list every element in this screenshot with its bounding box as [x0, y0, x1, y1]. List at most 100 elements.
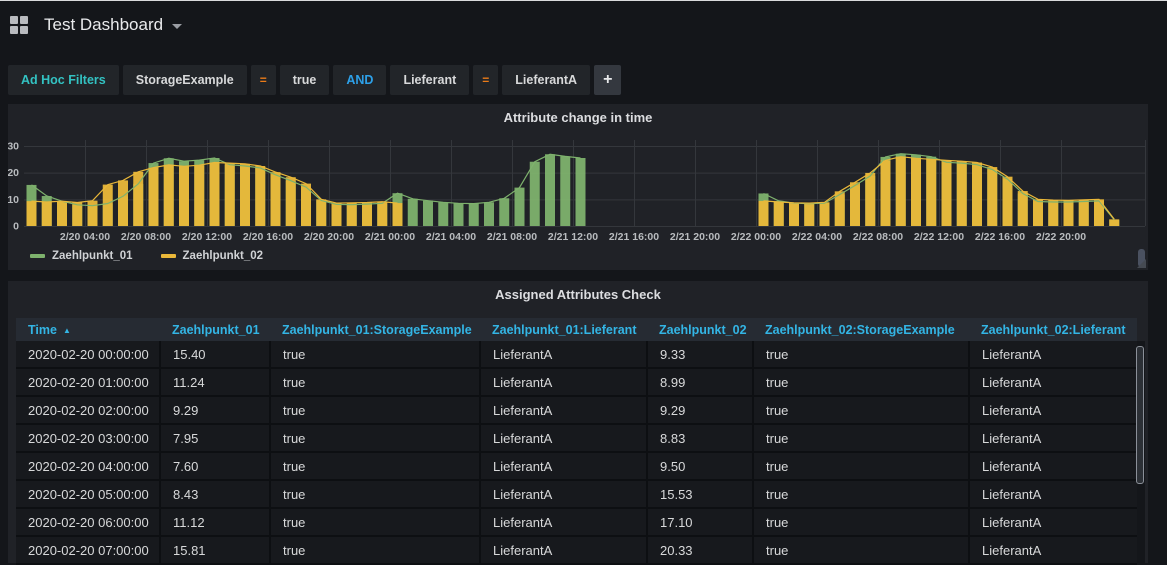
bar: [530, 162, 540, 226]
bar: [454, 203, 464, 226]
bar: [1079, 200, 1089, 226]
table-cell: 2020-02-20 07:00:00: [16, 536, 160, 564]
bar: [72, 202, 82, 226]
table-panel-title[interactable]: Assigned Attributes Check: [8, 287, 1148, 302]
table-cell: 8.43: [160, 480, 270, 508]
bar: [926, 159, 936, 226]
table-cell: LieferantA: [969, 480, 1137, 508]
filter-op-chip[interactable]: =: [473, 65, 498, 95]
table-cell: 15.40: [160, 341, 270, 368]
filter-key-chip[interactable]: Lieferant: [390, 65, 469, 95]
bar: [545, 154, 555, 226]
bar: [42, 202, 52, 226]
filter-op-chip[interactable]: =: [251, 65, 276, 95]
bar: [484, 202, 494, 226]
window-top-edge: [0, 0, 1167, 1]
table-cell: LieferantA: [969, 424, 1137, 452]
bar: [362, 203, 372, 226]
add-filter-button[interactable]: +: [594, 65, 621, 95]
legend-item-Zaehlpunkt_01[interactable]: Zaehlpunkt_01: [30, 250, 133, 262]
table-cell: 9.29: [160, 396, 270, 424]
column-header-Zaehlpunkt_02:StorageExample[interactable]: Zaehlpunkt_02:StorageExample: [753, 318, 969, 341]
y-tick-label: 0: [13, 221, 19, 233]
table-cell: 11.24: [160, 368, 270, 396]
bar: [1109, 219, 1119, 226]
x-tick-label: 2/21 08:00: [487, 231, 537, 243]
legend-item-Zaehlpunkt_02[interactable]: Zaehlpunkt_02: [161, 250, 264, 262]
table-cell: 2020-02-20 02:00:00: [16, 396, 160, 424]
bar: [332, 203, 342, 226]
table-cell: 7.95: [160, 424, 270, 452]
panel-resize-handle[interactable]: [1137, 259, 1146, 268]
bar: [347, 203, 357, 226]
bar: [515, 188, 525, 226]
x-tick-label: 2/21 04:00: [426, 231, 476, 243]
filter-cond-chip[interactable]: AND: [333, 65, 386, 95]
chevron-down-icon[interactable]: [172, 24, 182, 29]
table-cell: LieferantA: [969, 536, 1137, 564]
bar: [1018, 191, 1028, 226]
table-cell: true: [270, 452, 480, 480]
bar: [286, 177, 296, 226]
time-series-chart[interactable]: 01020302/20 04:002/20 08:002/20 12:002/2…: [8, 126, 1148, 246]
table-cell: 2020-02-20 04:00:00: [16, 452, 160, 480]
filter-value-chip[interactable]: true: [280, 65, 330, 95]
x-tick-label: 2/22 00:00: [731, 231, 781, 243]
table-cell: 2020-02-20 03:00:00: [16, 424, 160, 452]
table-cell: LieferantA: [969, 368, 1137, 396]
table-row: 2020-02-20 00:00:0015.40trueLieferantA9.…: [16, 341, 1137, 368]
attributes-table: Time▲Zaehlpunkt_01Zaehlpunkt_01:StorageE…: [16, 318, 1137, 565]
bar: [255, 166, 265, 226]
x-tick-label: 2/20 12:00: [182, 231, 232, 243]
filter-value-chip[interactable]: LieferantA: [502, 65, 590, 95]
table-cell: 15.81: [160, 536, 270, 564]
bar: [1048, 200, 1058, 226]
bar: [179, 166, 189, 226]
table-cell: 11.12: [160, 508, 270, 536]
bar: [789, 203, 799, 226]
bar: [57, 201, 67, 226]
bar: [820, 202, 830, 226]
table-cell: 8.83: [647, 424, 753, 452]
column-header-Zaehlpunkt_02:Lieferant[interactable]: Zaehlpunkt_02:Lieferant: [969, 318, 1137, 341]
bar: [88, 201, 98, 226]
column-header-Zaehlpunkt_01:Lieferant[interactable]: Zaehlpunkt_01:Lieferant: [480, 318, 647, 341]
table-cell: 2020-02-20 00:00:00: [16, 341, 160, 368]
bar: [210, 163, 220, 226]
table-header-row: Time▲Zaehlpunkt_01Zaehlpunkt_01:StorageE…: [16, 318, 1137, 341]
table-cell: true: [270, 368, 480, 396]
table-cell: 8.99: [647, 368, 753, 396]
table-cell: true: [270, 508, 480, 536]
column-header-Time[interactable]: Time▲: [16, 318, 160, 341]
bar: [957, 161, 967, 226]
series-bars-Zaehlpunkt_01: [27, 154, 1120, 226]
table-cell: true: [270, 396, 480, 424]
dashboard-grid-icon[interactable]: [10, 16, 28, 34]
x-tick-label: 2/21 12:00: [548, 231, 598, 243]
legend-label: Zaehlpunkt_02: [183, 250, 264, 262]
bar: [1064, 200, 1074, 226]
table-cell: LieferantA: [480, 341, 647, 368]
bar: [240, 164, 250, 226]
dashboard-title[interactable]: Test Dashboard: [44, 15, 163, 35]
table-cell: LieferantA: [969, 508, 1137, 536]
table-cell: 2020-02-20 05:00:00: [16, 480, 160, 508]
bar: [27, 201, 37, 226]
scrollbar-thumb[interactable]: [1136, 346, 1144, 484]
table-cell: true: [753, 508, 969, 536]
bar: [576, 158, 586, 226]
bar: [164, 165, 174, 226]
bar: [499, 198, 509, 226]
bar: [393, 203, 403, 226]
chart-panel-title[interactable]: Attribute change in time: [8, 110, 1148, 125]
column-header-Zaehlpunkt_01[interactable]: Zaehlpunkt_01: [160, 318, 270, 341]
x-tick-label: 2/22 04:00: [792, 231, 842, 243]
y-tick-label: 30: [8, 141, 19, 153]
column-header-Zaehlpunkt_02[interactable]: Zaehlpunkt_02: [647, 318, 753, 341]
table-row: 2020-02-20 03:00:007.95trueLieferantA8.8…: [16, 424, 1137, 452]
filter-key-chip[interactable]: StorageExample: [123, 65, 247, 95]
table-row: 2020-02-20 04:00:007.60trueLieferantA9.5…: [16, 452, 1137, 480]
bar: [316, 199, 326, 226]
column-header-Zaehlpunkt_01:StorageExample[interactable]: Zaehlpunkt_01:StorageExample: [270, 318, 480, 341]
table-cell: LieferantA: [480, 480, 647, 508]
